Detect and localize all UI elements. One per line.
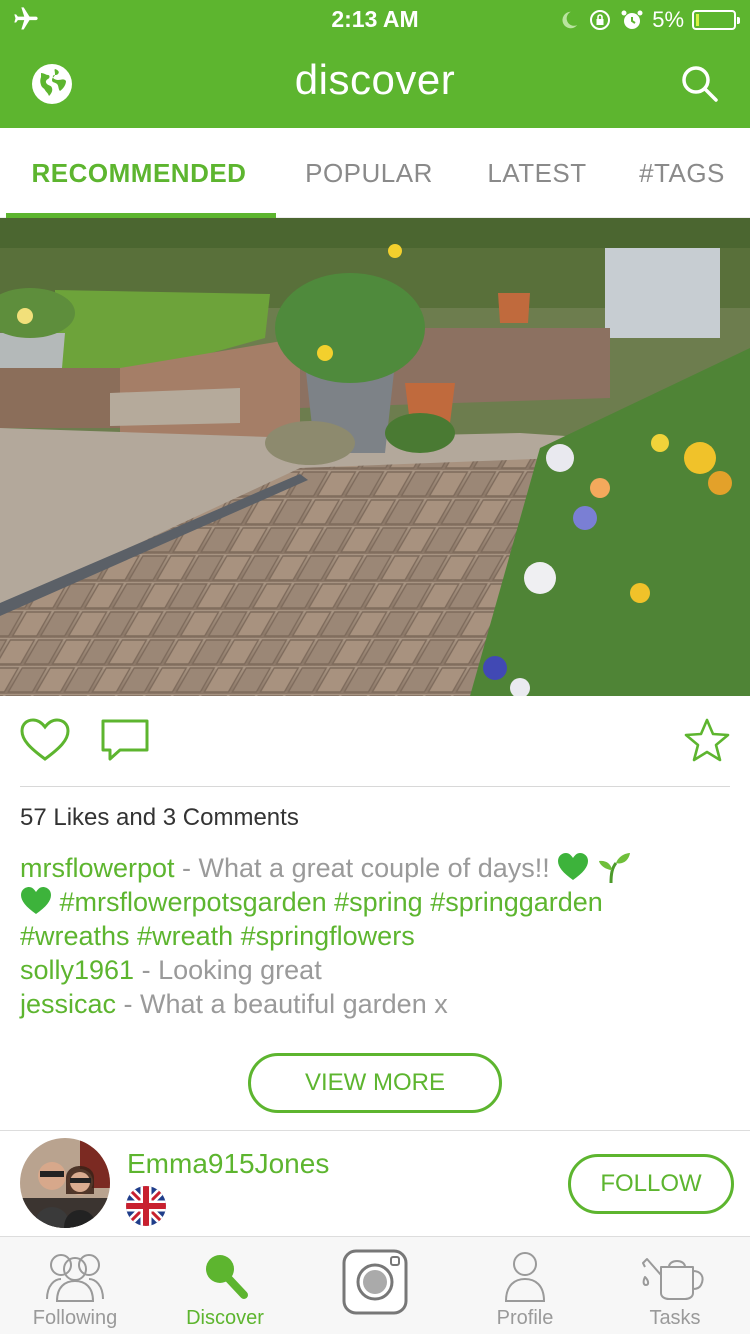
nav-label-profile: Profile — [496, 1307, 554, 1329]
page-title: discover — [294, 56, 456, 103]
search-icon — [206, 1255, 248, 1299]
alarm-icon — [621, 10, 643, 29]
status-bar: 2:13 AM 5% — [0, 0, 750, 40]
tab-latest[interactable]: LATEST — [460, 128, 614, 218]
battery-icon — [692, 10, 740, 30]
divider — [20, 786, 730, 787]
nav-profile[interactable]: Profile — [450, 1237, 600, 1334]
caption-username[interactable]: mrsflowerpot — [20, 853, 175, 883]
post-actions — [0, 696, 750, 786]
rotation-lock-icon — [590, 10, 611, 30]
comment-username[interactable]: solly1961 — [20, 955, 134, 985]
nav-camera[interactable] — [300, 1237, 450, 1334]
caption-line: mrsflowerpot - What a great couple of da… — [20, 850, 720, 885]
people-icon — [46, 1254, 104, 1302]
do-not-disturb-icon — [562, 11, 578, 29]
nav-following[interactable]: Following — [0, 1237, 150, 1334]
tab-bar: RECOMMENDED POPULAR LATEST #TAGS — [0, 128, 750, 218]
battery-percent: 5% — [652, 7, 684, 32]
person-icon — [504, 1252, 546, 1302]
uk-flag-icon — [126, 1186, 166, 1226]
post-photo[interactable] — [0, 218, 750, 696]
suggested-username[interactable]: Emma915Jones — [127, 1148, 329, 1180]
search-icon[interactable] — [680, 64, 720, 104]
watering-can-icon — [642, 1258, 704, 1300]
likes-count[interactable]: 57 Likes and 3 Comments — [20, 804, 299, 832]
tab-tags[interactable]: #TAGS — [614, 128, 750, 218]
seedling-emoji-icon — [598, 853, 630, 884]
nav-discover[interactable]: Discover — [150, 1237, 300, 1334]
tab-popular[interactable]: POPULAR — [278, 128, 460, 218]
comment-text: - What a beautiful garden x — [116, 989, 448, 1019]
nav-label-discover: Discover — [186, 1307, 264, 1329]
comment-icon[interactable] — [100, 718, 150, 762]
favorite-star-icon[interactable] — [684, 718, 730, 762]
tab-recommended[interactable]: RECOMMENDED — [0, 128, 278, 218]
comment-item: solly1961 - Looking great — [20, 953, 720, 987]
nav-tasks[interactable]: Tasks — [600, 1237, 750, 1334]
avatar[interactable] — [20, 1138, 110, 1228]
nav-label-tasks: Tasks — [649, 1307, 701, 1329]
view-more-button[interactable]: VIEW MORE — [248, 1053, 502, 1113]
follow-button[interactable]: FOLLOW — [568, 1154, 734, 1214]
caption-hashtags[interactable]: #mrsflowerpotsgarden #spring #springgard… — [60, 887, 603, 917]
nav-label-following: Following — [32, 1307, 118, 1329]
caption-text: - What a great couple of days!! — [174, 853, 558, 883]
top-bar: 2:13 AM 5% discover — [0, 0, 750, 128]
caption-hashtags-2[interactable]: #wreaths #wreath #springflowers — [20, 919, 720, 953]
comment-text: - Looking great — [134, 955, 322, 985]
like-heart-icon[interactable] — [20, 718, 70, 762]
green-heart-emoji-icon — [21, 887, 51, 914]
caption-tags-line: #mrsflowerpotsgarden #spring #springgard… — [20, 885, 720, 919]
comment-username[interactable]: jessicac — [20, 989, 116, 1019]
bottom-nav: Following Discover Profile Tasks — [0, 1236, 750, 1334]
green-heart-emoji-icon — [558, 853, 589, 880]
camera-icon — [342, 1249, 408, 1315]
comments-list: mrsflowerpot - What a great couple of da… — [20, 850, 720, 1021]
comment-item: jessicac - What a beautiful garden x — [20, 987, 720, 1021]
divider — [0, 1130, 750, 1131]
